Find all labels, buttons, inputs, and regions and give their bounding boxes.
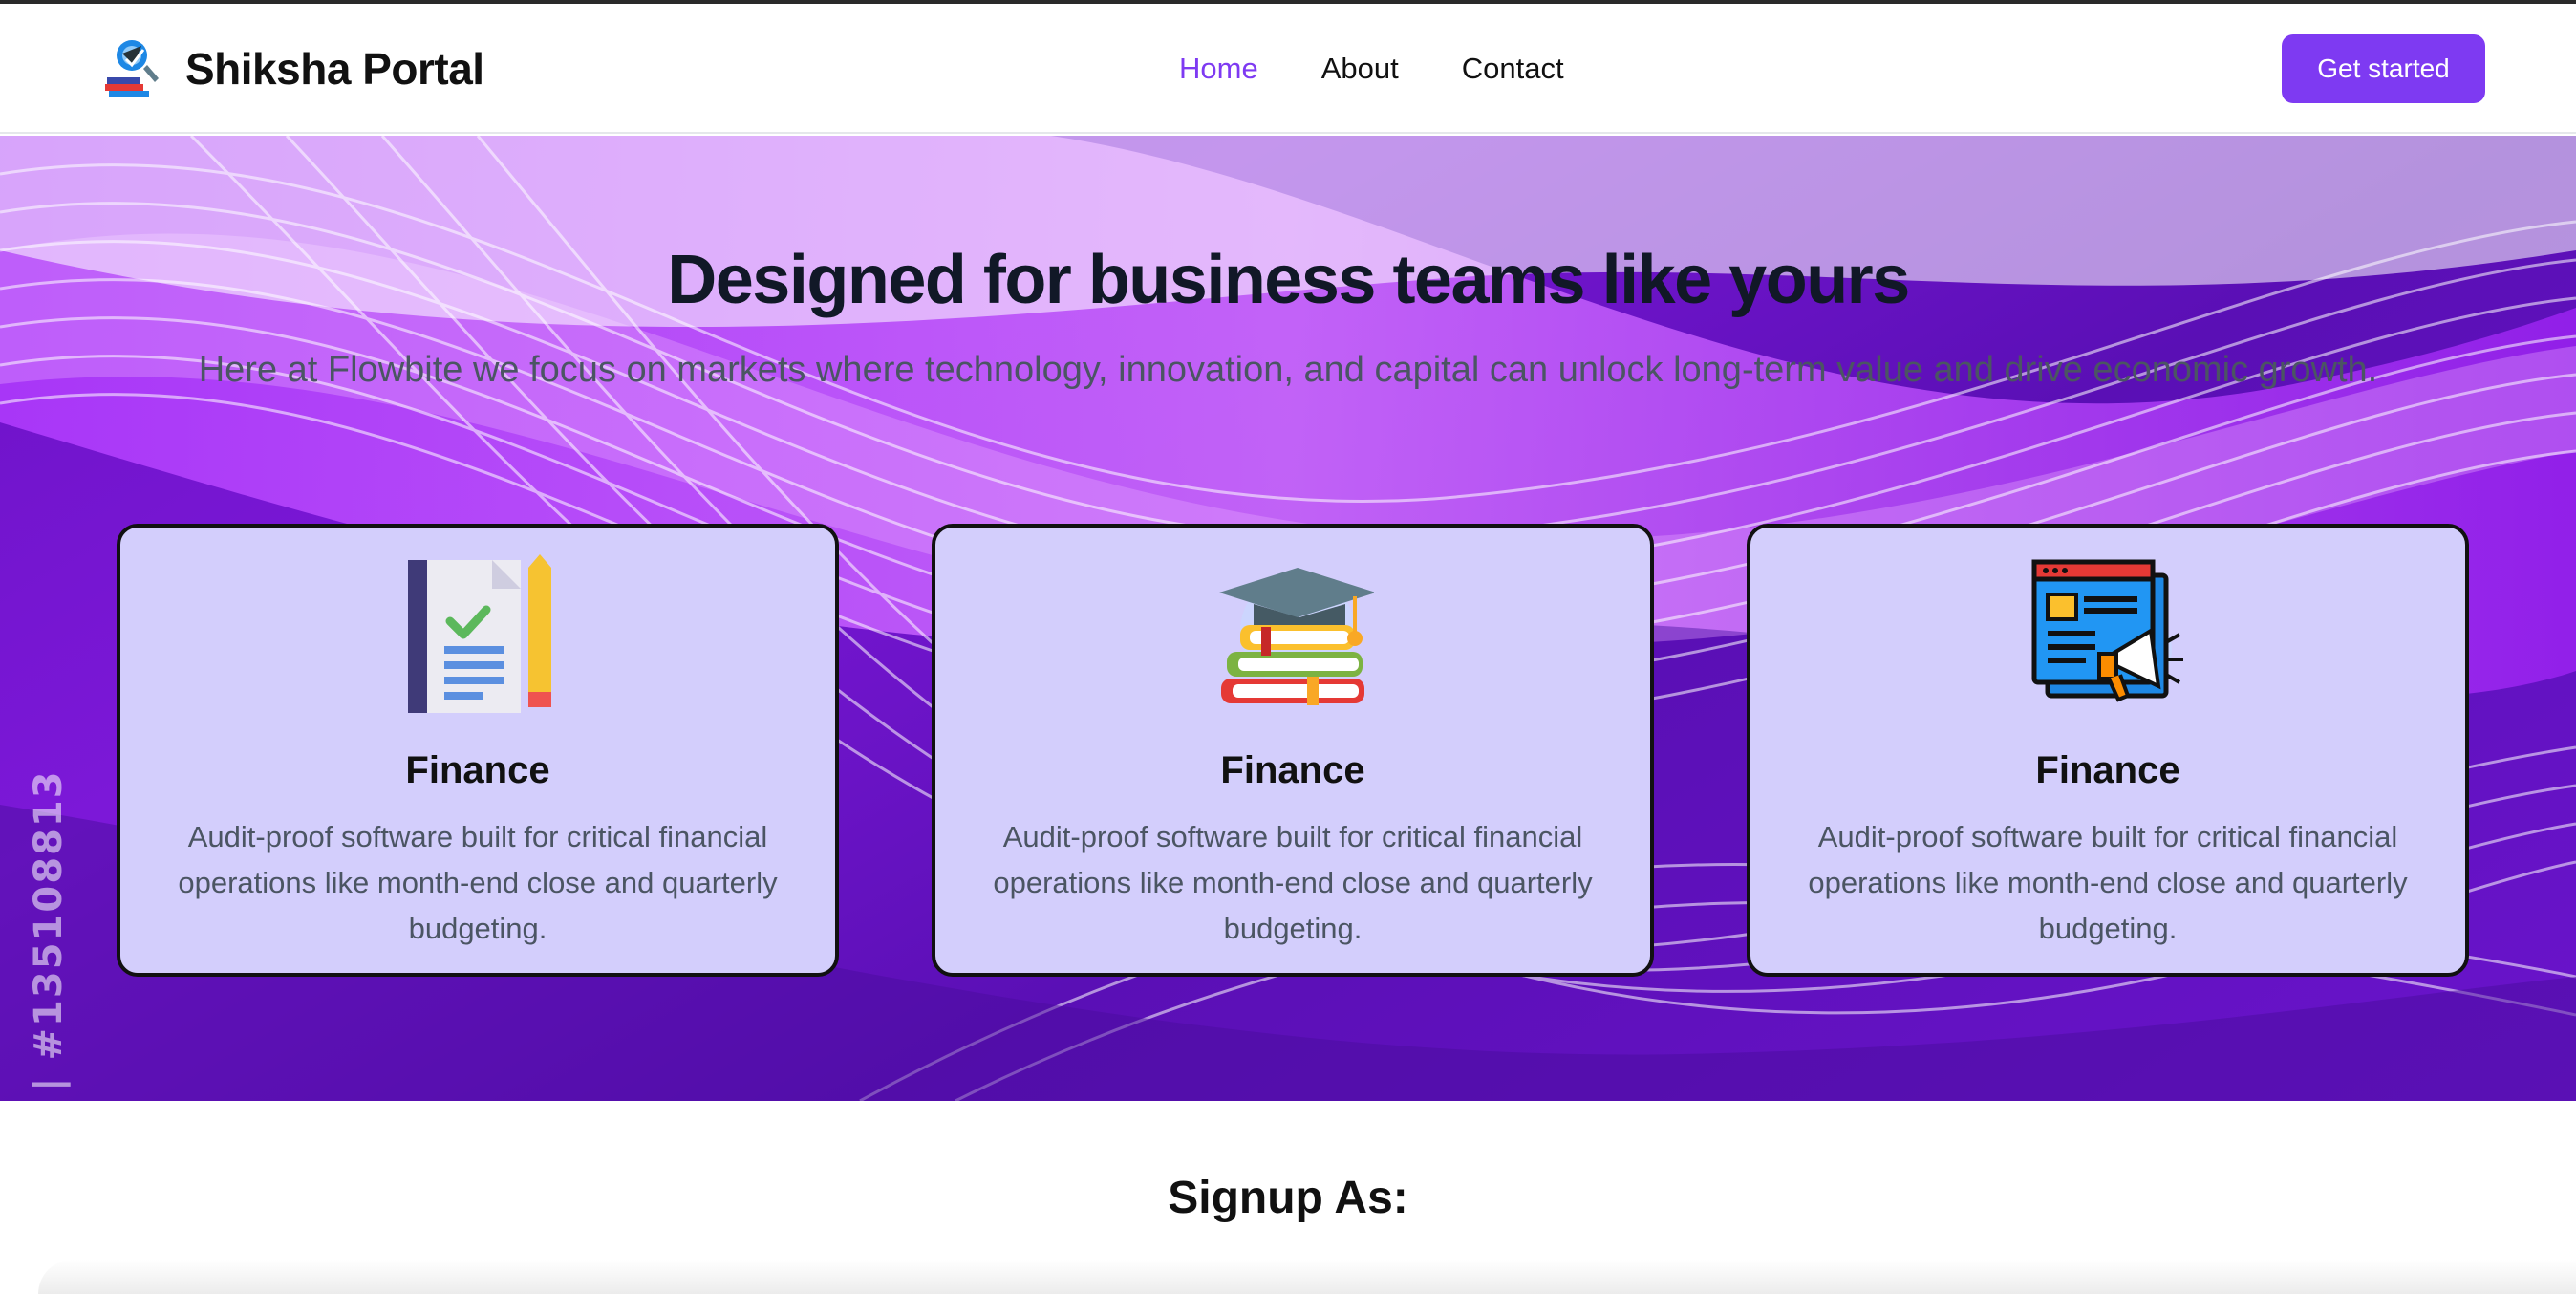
get-started-button[interactable]: Get started (2282, 34, 2485, 103)
document-checklist-icon (408, 554, 551, 713)
feature-card: Finance Audit-proof software built for c… (1747, 524, 2469, 977)
card-description: Audit-proof software built for critical … (993, 820, 1593, 945)
nav-link-about[interactable]: About (1321, 52, 1399, 86)
card-description: Audit-proof software built for critical … (1808, 820, 2408, 945)
brand-name: Shiksha Portal (185, 44, 484, 94)
hero-title: Designed for business teams like yours (667, 242, 1910, 318)
hero-section: | #135108813 Designed for business teams… (0, 136, 2576, 1101)
card-title: Finance (1220, 749, 1365, 791)
feature-card: Finance Audit-proof software built for c… (117, 524, 839, 977)
signup-panel-edge (38, 1260, 2576, 1294)
nav-link-contact[interactable]: Contact (1462, 52, 1564, 86)
signup-title: Signup As: (1168, 1173, 1408, 1223)
brand-logo-icon (105, 40, 159, 97)
stock-watermark: | #135108813 (27, 769, 71, 1091)
main-nav: Home About Contact (1179, 52, 1627, 86)
navbar: Shiksha Portal Home About Contact Get st… (0, 4, 2576, 134)
news-megaphone-icon (2031, 559, 2183, 702)
hero-subtitle: Here at Flowbite we focus on markets whe… (198, 350, 2378, 390)
feature-card: Finance Audit-proof software built for c… (932, 524, 1654, 977)
nav-link-home[interactable]: Home (1179, 52, 1258, 86)
graduation-books-icon (1219, 568, 1374, 705)
brand[interactable]: Shiksha Portal (99, 31, 484, 107)
card-title: Finance (2035, 749, 2180, 791)
card-description: Audit-proof software built for critical … (178, 820, 778, 945)
card-title: Finance (405, 749, 550, 791)
